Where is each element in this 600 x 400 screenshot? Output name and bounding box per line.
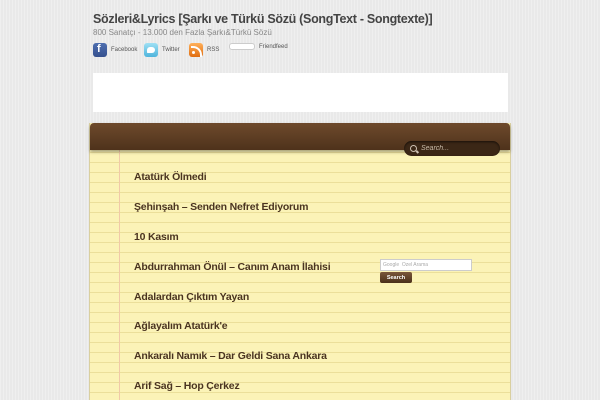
post-title-link[interactable]: Ankaralı Namık – Dar Geldi Sana Ankara [134,350,327,362]
rss-label: RSS [207,47,220,53]
post-title-link[interactable]: Atatürk Ölmedi [134,171,207,183]
post-title-link[interactable]: Şehinşah – Senden Nefret Ediyorum [134,201,308,213]
site-description: 800 Sanatçı - 13.000 den Fazla Şarkı&Tür… [93,28,272,37]
friendfeed-link[interactable]: Friendfeed [229,43,288,50]
friendfeed-icon [229,43,255,50]
post-title-link[interactable]: Arif Sağ – Hop Çerkez [134,380,240,392]
facebook-link[interactable]: Facebook [93,43,137,57]
ad-banner [93,73,508,112]
rss-link[interactable]: RSS [189,43,219,57]
twitter-label: Twitter [162,47,180,53]
search-input[interactable] [421,145,497,152]
friendfeed-label: Friendfeed [259,43,288,50]
google-search-input[interactable] [380,259,472,271]
facebook-icon [93,43,107,57]
twitter-icon [144,43,158,57]
google-search-button[interactable]: Search [380,272,412,283]
post-title-link[interactable]: Ağlayalım Atatürk'e [134,320,228,332]
twitter-link[interactable]: Twitter [144,43,180,57]
site-title[interactable]: Sözleri&Lyrics [Şarkı ve Türkü Sözü (Son… [93,12,433,26]
post-title-link[interactable]: 10 Kasım [134,231,179,243]
rss-icon [189,43,203,57]
post-title-link[interactable]: Abdurrahman Önül – Canım Anam İlahisi [134,261,331,273]
facebook-label: Facebook [111,47,138,53]
search-box [404,141,500,156]
post-title-link[interactable]: Adalardan Çıktım Yayan [134,291,249,303]
search-icon [410,145,417,152]
